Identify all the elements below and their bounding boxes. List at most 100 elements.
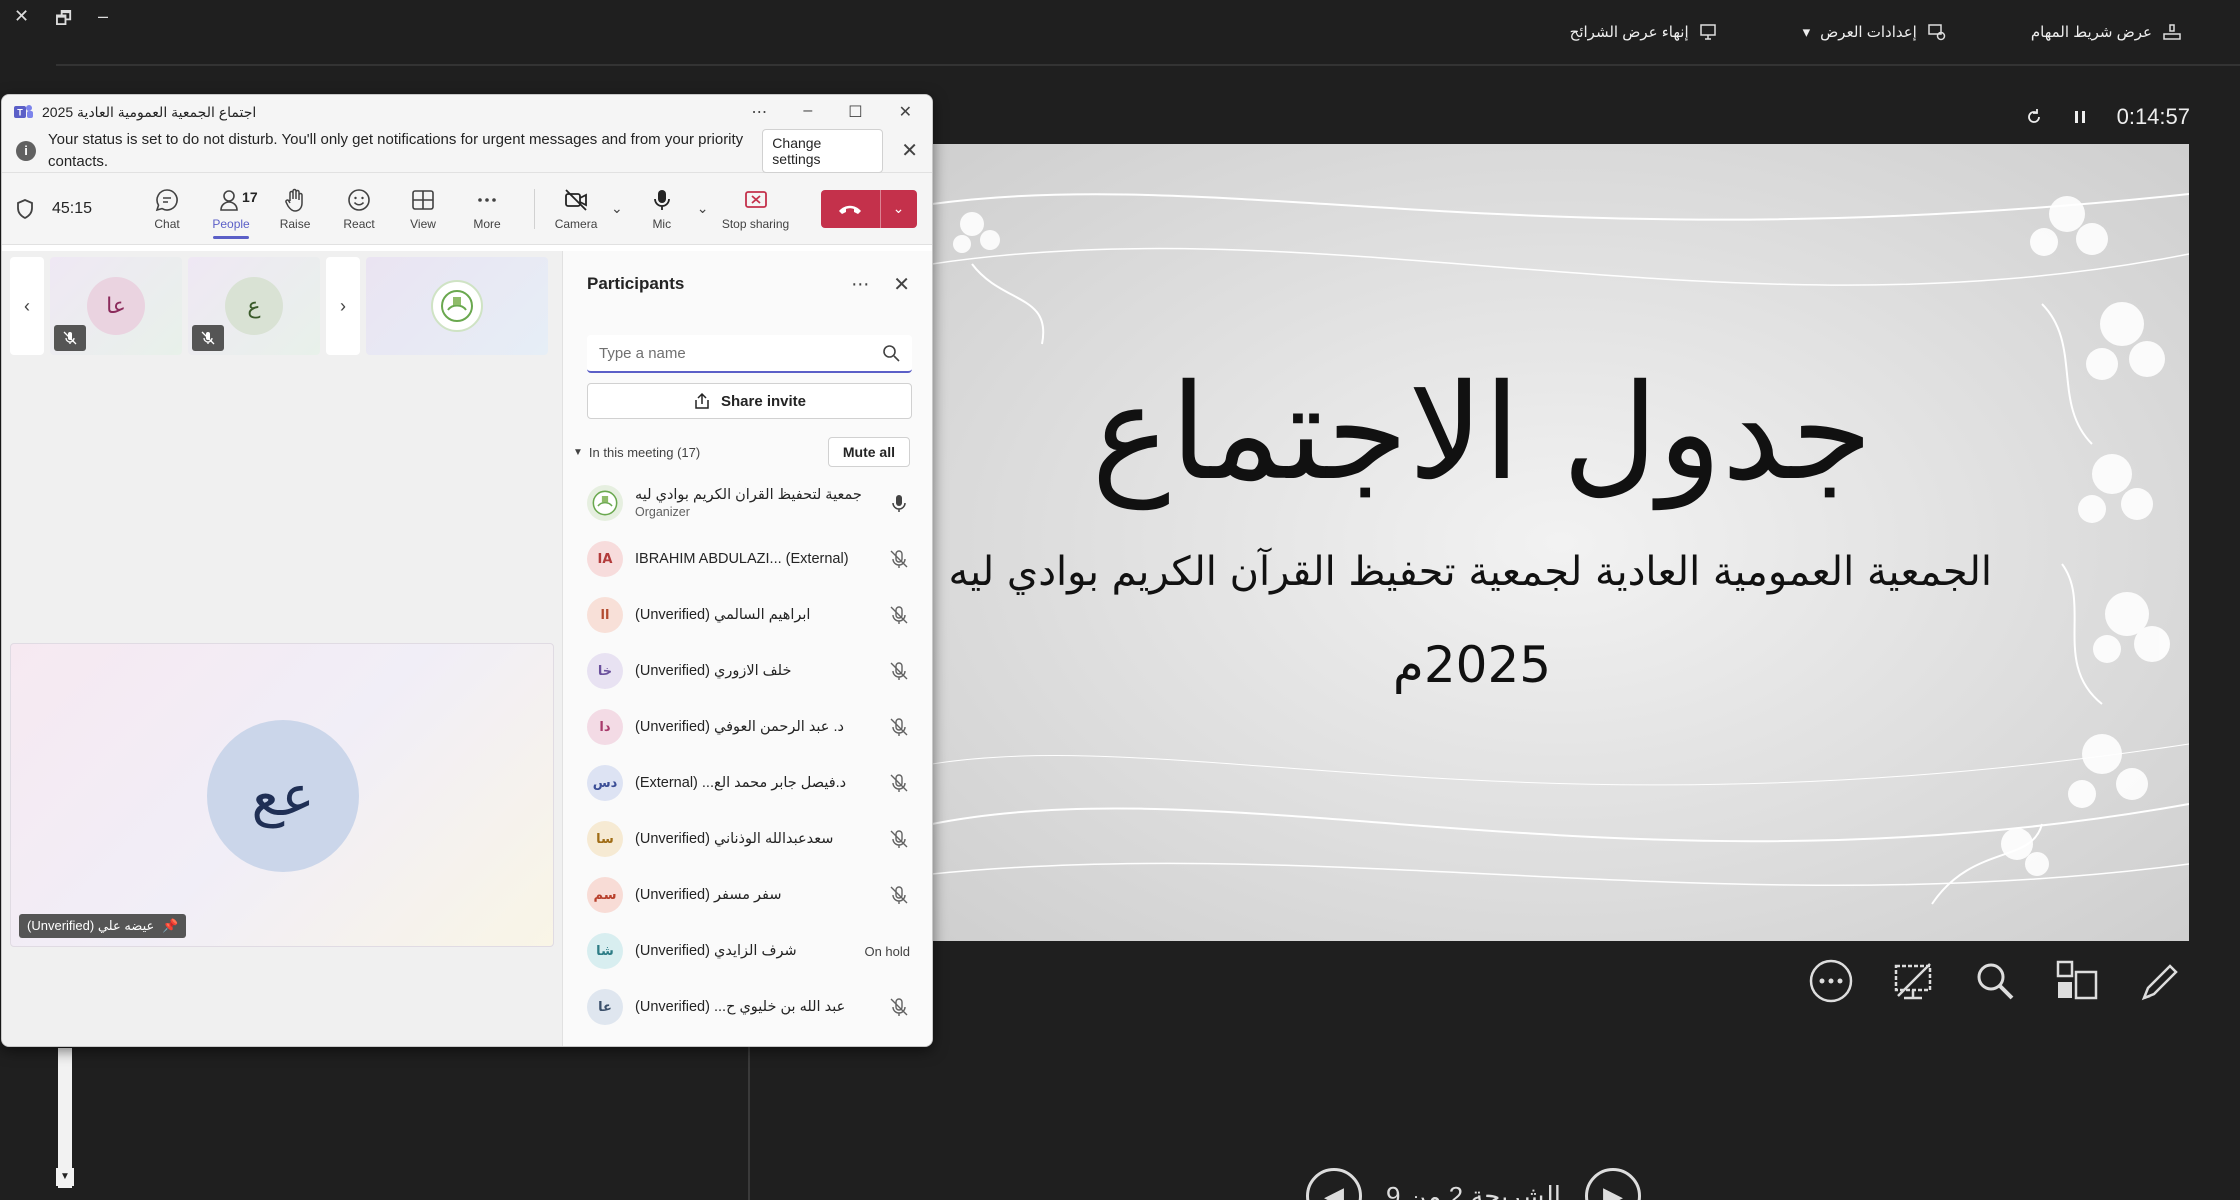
end-slideshow-button[interactable]: إنهاء عرض الشرائح [1570, 22, 1719, 42]
participant-info: د. عبد الرحمن العوفي (Unverified) [635, 719, 880, 735]
more-icon[interactable]: ⋯ [751, 102, 767, 122]
restart-timer-icon[interactable] [2025, 108, 2043, 126]
change-settings-button[interactable]: Change settings [762, 128, 884, 173]
pause-timer-icon[interactable] [2071, 108, 2089, 126]
participant-search[interactable] [587, 335, 912, 373]
mic-off-icon[interactable] [888, 772, 910, 794]
mute-all-button[interactable]: Mute all [827, 437, 910, 467]
maximize-icon[interactable]: ☐ [848, 102, 862, 122]
zoom-tool[interactable] [1972, 958, 2018, 1004]
strip-prev-chevron-icon[interactable]: ‹ [10, 257, 44, 355]
pen-tool[interactable] [2136, 958, 2182, 1004]
participant-info: ابراهيم السالمي (Unverified) [635, 607, 880, 623]
tile-muted-icon [54, 325, 86, 351]
minimize-icon[interactable]: – [98, 6, 108, 36]
view-label: View [410, 216, 436, 231]
notes-scrollbar[interactable] [58, 1048, 72, 1188]
chat-button[interactable]: Chat [138, 187, 196, 231]
react-label: React [343, 216, 375, 231]
more-options-tool[interactable] [1808, 958, 1854, 1004]
mic-off-icon[interactable] [888, 660, 910, 682]
raise-hand-button[interactable]: Raise [266, 187, 324, 231]
in-meeting-section[interactable]: ▼ In this meeting (17) Mute all [563, 435, 932, 469]
slides-grid-icon [2056, 960, 2098, 1000]
panel-close-icon[interactable]: ✕ [893, 272, 910, 297]
organization-logo-icon [592, 490, 618, 516]
participant-info: IBRAHIM ABDULAZI... (External) [635, 551, 880, 567]
avatar: شا [587, 933, 623, 969]
display-settings-label: إعدادات العرض [1820, 24, 1917, 41]
participant-tile[interactable]: ع [188, 257, 320, 355]
next-slide-button[interactable]: ▶ [1584, 1168, 1641, 1200]
avatar: سم [587, 877, 623, 913]
stop-sharing-button[interactable]: Stop sharing [719, 187, 793, 231]
minimize-icon[interactable]: – [803, 102, 812, 122]
participant-row[interactable]: دس د.فيصل جابر محمد الع... (External) [563, 755, 932, 811]
mic-button[interactable]: Mic [633, 187, 691, 231]
participant-row[interactable]: دا د. عبد الرحمن العوفي (Unverified) [563, 699, 932, 755]
camera-button[interactable]: Camera [547, 187, 605, 231]
mic-off-icon[interactable] [888, 996, 910, 1018]
more-actions-button[interactable]: More [458, 187, 516, 231]
pen-icon [2141, 964, 2178, 1001]
participant-row[interactable]: خا خلف الازوري (Unverified) [563, 643, 932, 699]
meeting-title: اجتماع الجمعية العمومية العادية 2025 [42, 103, 257, 120]
tile-muted-icon [192, 325, 224, 351]
show-taskbar-label: عرض شريط المهام [2030, 24, 2152, 41]
mic-options-chevron-icon[interactable]: ⌄ [697, 200, 709, 217]
participant-name: سفر مسفر (Unverified) [635, 887, 782, 903]
mic-off-icon[interactable] [888, 884, 910, 906]
leave-button[interactable]: ⌄ [820, 189, 917, 228]
scroll-down-arrow-icon[interactable]: ▼ [56, 1168, 74, 1186]
camera-options-chevron-icon[interactable]: ⌄ [611, 200, 623, 217]
close-icon[interactable]: ✕ [899, 102, 912, 122]
leave-options-chevron-icon[interactable]: ⌄ [881, 200, 917, 217]
share-invite-button[interactable]: Share invite [587, 383, 912, 419]
participant-row[interactable]: سم سفر مسفر (Unverified) [563, 867, 932, 923]
current-slide[interactable]: جدول الاجتماع الجمعية العمومية العادية ل… [932, 144, 2189, 941]
organization-logo [431, 280, 483, 332]
show-taskbar-button[interactable]: عرض شريط المهام [2031, 22, 2182, 42]
close-icon[interactable]: ✕ [14, 6, 29, 36]
microphone-icon[interactable] [888, 492, 910, 514]
mic-off-icon[interactable] [888, 716, 910, 738]
pin-icon[interactable]: 📌 [162, 918, 178, 934]
previous-slide-button[interactable]: ◀ [1306, 1168, 1362, 1200]
people-button[interactable]: 17 People [202, 187, 260, 239]
participant-info: سفر مسفر (Unverified) [635, 887, 880, 903]
search-input[interactable] [599, 344, 882, 362]
participant-row[interactable]: سا سعدعبدالله الوذناني (Unverified) [563, 811, 932, 867]
toolbar-separator [534, 188, 536, 229]
view-grid-icon [412, 189, 434, 210]
panel-more-icon[interactable]: ⋯ [851, 274, 869, 295]
people-label: People [212, 216, 250, 231]
strip-next-chevron-icon[interactable]: › [326, 257, 360, 355]
teams-meeting-window: T اجتماع الجمعية العمومية العادية 2025 ⋯… [1, 94, 933, 1047]
mic-off-icon[interactable] [888, 828, 910, 850]
active-speaker-tile[interactable]: عع 📌 عيضه علي (Unverified) [10, 643, 554, 947]
participant-status: On hold [864, 943, 910, 959]
restore-icon[interactable]: 🗗 [55, 6, 72, 36]
see-all-slides-tool[interactable] [2054, 958, 2100, 1004]
view-button[interactable]: View [394, 187, 452, 231]
black-screen-tool[interactable] [1890, 958, 1936, 1004]
slide-navigation: ◀ الشريحة 2 من 9 ▶ [1306, 1168, 1641, 1200]
organizer-tile[interactable] [366, 257, 548, 355]
participant-info: شرف الزايدي (Unverified) [635, 943, 856, 959]
participant-row[interactable]: اا ابراهيم السالمي (Unverified) [563, 587, 932, 643]
banner-close-icon[interactable]: ✕ [901, 138, 918, 163]
mic-off-icon[interactable] [888, 604, 910, 626]
hand-icon [285, 188, 303, 212]
participant-list: جمعية لتحفيظ القرآن الكريم بوادي ليه Orga… [563, 475, 932, 1035]
participant-row[interactable]: عا عبد الله بن خليوي ح... (Unverified) [563, 979, 932, 1035]
leave-call-main[interactable] [821, 189, 881, 228]
participant-tile[interactable]: عا [50, 257, 182, 355]
chat-icon [155, 188, 178, 211]
participant-row[interactable]: جمعية لتحفيظ القرآن الكريم بوادي ليه Orga… [563, 475, 932, 531]
react-button[interactable]: React [330, 187, 388, 231]
participant-name: خلف الازوري (Unverified) [635, 663, 792, 679]
display-settings-button[interactable]: إعدادات العرض ▾ [1803, 22, 1947, 42]
mic-off-icon[interactable] [888, 548, 910, 570]
participant-row[interactable]: شا شرف الزايدي (Unverified) On hold [563, 923, 932, 979]
participant-row[interactable]: IA IBRAHIM ABDULAZI... (External) [563, 531, 932, 587]
